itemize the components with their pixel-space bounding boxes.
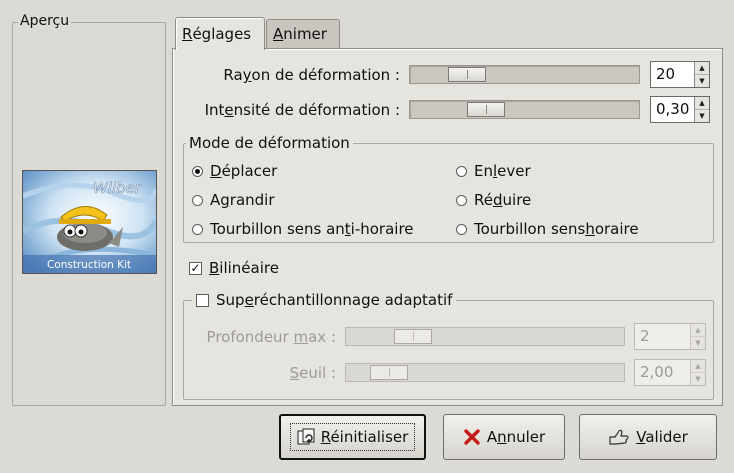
tab-animate[interactable]: Animer bbox=[266, 19, 340, 48]
radius-label: Rayon de déformation : bbox=[223, 66, 400, 84]
intensity-decrement-icon[interactable]: ▼ bbox=[695, 110, 709, 122]
threshold-slider-thumb[interactable] bbox=[370, 365, 408, 380]
intensity-slider-thumb[interactable] bbox=[467, 102, 505, 117]
threshold-spinbox[interactable]: 2,00 ▲ ▼ bbox=[634, 359, 706, 386]
radio-shrink-indicator[interactable] bbox=[456, 194, 467, 206]
supersampling-checkbox[interactable]: Sup e réchantillonnage adaptatif bbox=[192, 289, 457, 311]
ok-button[interactable]: Valider bbox=[579, 414, 717, 460]
construction-kit-text: Construction Kit bbox=[47, 259, 131, 271]
radio-shrink[interactable]: Ré d uire bbox=[456, 189, 531, 211]
radius-slider[interactable] bbox=[409, 65, 640, 84]
supersampling-check-icon[interactable] bbox=[196, 293, 209, 307]
intensity-label: Intensité de déformation : bbox=[204, 101, 400, 119]
max-depth-spinbox[interactable]: 2 ▲ ▼ bbox=[634, 323, 706, 350]
radio-move[interactable]: Déplacer bbox=[192, 160, 277, 182]
radius-decrement-icon[interactable]: ▼ bbox=[695, 75, 709, 87]
preview-title: Aperçu bbox=[18, 13, 72, 29]
radio-swirl-cw[interactable]: Tourbillon sens h oraire bbox=[456, 218, 639, 240]
ok-label: Valider bbox=[636, 428, 688, 446]
radio-grow[interactable]: Ag randir bbox=[192, 189, 275, 211]
radio-remove-indicator[interactable] bbox=[456, 165, 467, 177]
radio-move-indicator[interactable] bbox=[192, 165, 203, 177]
ok-hand-icon bbox=[609, 429, 629, 445]
max-depth-value[interactable]: 2 bbox=[640, 327, 650, 345]
threshold-value[interactable]: 2,00 bbox=[640, 363, 673, 381]
max-depth-slider[interactable] bbox=[345, 327, 625, 346]
threshold-slider[interactable] bbox=[345, 363, 625, 382]
wilber-text: Wilber bbox=[93, 179, 142, 197]
max-depth-label: Profondeur max : bbox=[206, 328, 336, 346]
radio-swirl-cw-indicator[interactable] bbox=[456, 223, 467, 235]
reset-button[interactable]: Réinitialiser bbox=[279, 414, 426, 460]
threshold-label: Seuil : bbox=[289, 364, 336, 382]
radius-slider-thumb[interactable] bbox=[448, 67, 486, 82]
wilber-illustration: Wilber Construction Kit bbox=[23, 171, 156, 273]
tab-settings[interactable]: Réglages bbox=[175, 17, 265, 50]
cancel-label: Annuler bbox=[486, 428, 546, 446]
intensity-spinbox[interactable]: 0,30 ▲ ▼ bbox=[650, 96, 710, 123]
intensity-slider[interactable] bbox=[409, 100, 640, 119]
radio-swirl-ccw[interactable]: Tourbillon sens an t i-horaire bbox=[192, 218, 414, 240]
radio-remove[interactable]: En l ever bbox=[456, 160, 531, 182]
tab-settings-mnemonic: R bbox=[182, 25, 193, 43]
tab-animate-mnemonic: A bbox=[273, 25, 284, 43]
preview-image: Wilber Construction Kit bbox=[22, 170, 157, 274]
max-depth-slider-thumb[interactable] bbox=[394, 329, 432, 344]
deformation-mode-legend: Mode de déformation bbox=[186, 134, 353, 152]
tab-animate-label-rest: nimer bbox=[283, 25, 327, 43]
radius-spinbox[interactable]: 20 ▲ ▼ bbox=[650, 61, 710, 88]
tab-settings-label-rest: églages bbox=[192, 25, 252, 43]
intensity-value[interactable]: 0,30 bbox=[656, 100, 689, 118]
radius-value[interactable]: 20 bbox=[656, 65, 675, 83]
threshold-increment-icon[interactable]: ▲ bbox=[691, 360, 705, 373]
max-depth-increment-icon[interactable]: ▲ bbox=[691, 324, 705, 337]
reset-icon bbox=[297, 428, 315, 445]
reset-label: Réinitialiser bbox=[320, 428, 409, 446]
cancel-button[interactable]: Annuler bbox=[443, 414, 565, 460]
bilinear-checkbox[interactable]: ✓ Bilinéaire bbox=[189, 257, 279, 279]
bilinear-check-icon[interactable]: ✓ bbox=[189, 261, 202, 275]
radius-increment-icon[interactable]: ▲ bbox=[695, 62, 709, 75]
max-depth-decrement-icon[interactable]: ▼ bbox=[691, 337, 705, 349]
cancel-x-icon bbox=[464, 429, 480, 445]
intensity-increment-icon[interactable]: ▲ bbox=[695, 97, 709, 110]
radio-swirl-ccw-indicator[interactable] bbox=[192, 223, 203, 235]
radio-grow-indicator[interactable] bbox=[192, 194, 203, 206]
threshold-decrement-icon[interactable]: ▼ bbox=[691, 373, 705, 385]
